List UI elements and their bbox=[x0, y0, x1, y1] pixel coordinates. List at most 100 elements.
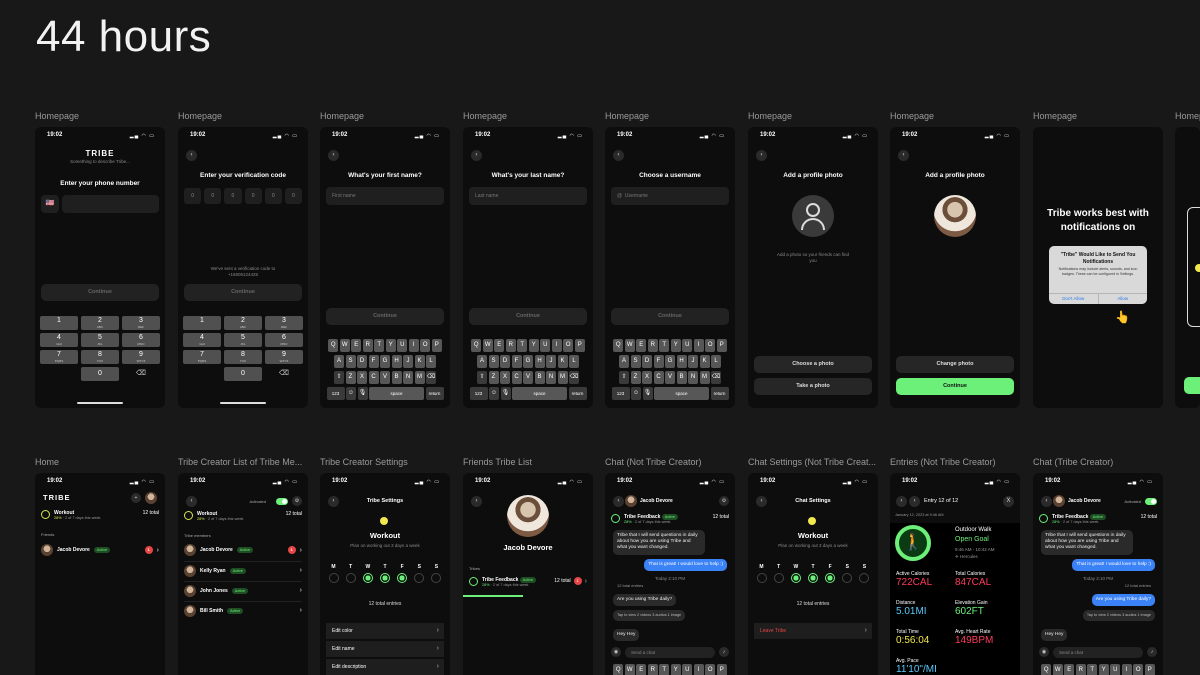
dont-allow-button[interactable]: Don't Allow bbox=[1049, 294, 1099, 304]
backspace-icon[interactable]: ⌫ bbox=[122, 367, 160, 381]
code-digit[interactable]: 0 bbox=[244, 188, 262, 204]
keyboard-key[interactable]: space bbox=[654, 387, 709, 400]
keyboard-key[interactable]: 🎙 bbox=[357, 387, 368, 400]
continue-button[interactable]: Continue bbox=[326, 308, 444, 325]
keyboard-key[interactable]: H bbox=[534, 355, 545, 368]
keyboard-key[interactable]: P bbox=[716, 664, 727, 675]
keyboard-key[interactable]: Y bbox=[528, 339, 539, 352]
keyboard-key[interactable]: C bbox=[653, 371, 664, 384]
keyboard-key[interactable]: R bbox=[1075, 664, 1086, 675]
keyboard-key[interactable]: T bbox=[1087, 664, 1098, 675]
keyboard-key[interactable]: V bbox=[523, 371, 533, 384]
numpad-key[interactable]: 3 DEF bbox=[122, 316, 160, 330]
keyboard-key[interactable]: P bbox=[716, 339, 727, 352]
numpad-key[interactable]: 6 MNO bbox=[265, 333, 303, 347]
numpad-key[interactable]: 0 bbox=[81, 367, 119, 381]
allow-button[interactable]: Allow bbox=[1099, 294, 1148, 304]
keyboard-key[interactable]: I bbox=[693, 339, 704, 352]
keyboard-key[interactable]: W bbox=[624, 339, 635, 352]
keyboard-key[interactable]: G bbox=[523, 355, 533, 368]
profile-photo[interactable] bbox=[934, 195, 976, 237]
numpad-key[interactable]: 1 bbox=[40, 316, 78, 330]
keyboard-key[interactable]: I bbox=[551, 339, 562, 352]
keyboard-key[interactable]: D bbox=[500, 355, 510, 368]
keyboard-key[interactable]: B bbox=[534, 371, 545, 384]
choose-photo-button[interactable]: Choose a photo bbox=[754, 356, 872, 373]
camera-icon[interactable]: ◉ bbox=[611, 647, 621, 657]
keyboard-key[interactable]: B bbox=[391, 371, 402, 384]
continue-button[interactable]: Continue bbox=[41, 284, 159, 301]
take-photo-button[interactable]: Take a photo bbox=[754, 378, 872, 395]
back-icon[interactable]: ‹ bbox=[328, 150, 339, 161]
keyboard-key[interactable]: I bbox=[693, 664, 704, 675]
keyboard-key[interactable]: J bbox=[403, 355, 413, 368]
numpad-key[interactable]: 4 GHI bbox=[183, 333, 221, 347]
previous-entry-icon[interactable]: ‹ bbox=[896, 496, 907, 507]
numpad-key[interactable]: 0 bbox=[224, 367, 262, 381]
username-input[interactable]: @ Username bbox=[611, 187, 729, 205]
keyboard-key[interactable]: L bbox=[711, 355, 721, 368]
tribe-card[interactable]: Tribe Feedback Active 28% · 2 of 7 days t… bbox=[1039, 514, 1157, 524]
keyboard-key[interactable]: X bbox=[642, 371, 652, 384]
keyboard-key[interactable]: Y bbox=[1098, 664, 1109, 675]
numpad-key[interactable]: 3 DEF bbox=[265, 316, 303, 330]
keyboard-key[interactable]: K bbox=[557, 355, 568, 368]
keyboard-key[interactable]: C bbox=[368, 371, 379, 384]
keyboard-key[interactable]: H bbox=[391, 355, 402, 368]
keyboard-key[interactable]: R bbox=[362, 339, 373, 352]
back-icon[interactable]: ‹ bbox=[471, 150, 482, 161]
keyboard-key[interactable]: return bbox=[710, 387, 729, 400]
numpad-key[interactable]: 5 JKL bbox=[81, 333, 119, 347]
avatar[interactable] bbox=[145, 492, 157, 504]
keyboard-key[interactable]: ⇧ bbox=[334, 371, 344, 384]
keyboard-key[interactable]: Z bbox=[345, 371, 356, 384]
numpad-key[interactable]: 7 PQRS bbox=[40, 350, 78, 364]
keyboard-key[interactable]: O bbox=[420, 339, 431, 352]
keyboard-key[interactable]: U bbox=[397, 339, 408, 352]
chat-input[interactable]: Send a chat bbox=[1053, 646, 1143, 658]
microphone-icon[interactable]: ♪ bbox=[719, 647, 729, 657]
keyboard-key[interactable]: D bbox=[642, 355, 652, 368]
keyboard-key[interactable]: Q bbox=[613, 664, 624, 675]
member-row[interactable]: Jacob Devore Active 1 › bbox=[184, 541, 302, 559]
keyboard-key[interactable]: V bbox=[380, 371, 390, 384]
numpad-key[interactable]: 9 WXYZ bbox=[122, 350, 160, 364]
country-flag-button[interactable]: 🇺🇸 bbox=[41, 195, 59, 213]
keyboard-key[interactable]: ⌫ bbox=[711, 371, 721, 384]
keyboard-key[interactable]: O bbox=[705, 339, 716, 352]
back-icon[interactable]: ‹ bbox=[186, 150, 197, 161]
keyboard-key[interactable]: M bbox=[699, 371, 710, 384]
keyboard-key[interactable]: ⌫ bbox=[426, 371, 436, 384]
keyboard-key[interactable]: I bbox=[408, 339, 419, 352]
back-icon[interactable]: ‹ bbox=[613, 150, 624, 161]
keyboard-key[interactable]: 123 bbox=[611, 387, 630, 400]
code-digit[interactable]: 0 bbox=[184, 188, 202, 204]
activated-toggle[interactable] bbox=[1145, 498, 1157, 505]
back-icon[interactable]: ‹ bbox=[471, 496, 482, 507]
keyboard-key[interactable]: U bbox=[540, 339, 551, 352]
keyboard-key[interactable]: space bbox=[369, 387, 424, 400]
code-digit[interactable]: 0 bbox=[204, 188, 222, 204]
member-row[interactable]: John Jones Active › bbox=[184, 581, 302, 599]
keyboard-key[interactable]: T bbox=[374, 339, 385, 352]
keyboard-key[interactable]: W bbox=[624, 664, 635, 675]
keyboard-key[interactable]: C bbox=[511, 371, 522, 384]
keyboard-key[interactable]: A bbox=[477, 355, 487, 368]
backspace-icon[interactable]: ⌫ bbox=[265, 367, 303, 381]
keyboard-key[interactable]: N bbox=[546, 371, 556, 384]
keyboard-key[interactable]: N bbox=[688, 371, 698, 384]
keyboard-key[interactable]: S bbox=[345, 355, 356, 368]
edit-description-row[interactable]: Edit description › bbox=[326, 659, 444, 675]
keyboard-key[interactable]: X bbox=[357, 371, 367, 384]
keyboard-key[interactable]: P bbox=[431, 339, 442, 352]
code-digit[interactable]: 0 bbox=[264, 188, 282, 204]
change-photo-button[interactable]: Change photo bbox=[896, 356, 1014, 373]
keyboard-key[interactable]: 🎙 bbox=[642, 387, 653, 400]
keyboard-key[interactable]: Y bbox=[385, 339, 396, 352]
keyboard-key[interactable]: S bbox=[488, 355, 499, 368]
attachments-row[interactable]: Tap to view 2 videos 3 audios 1 image bbox=[613, 610, 686, 621]
member-row[interactable]: Kelly Ryan Active › bbox=[184, 561, 302, 579]
continue-button[interactable]: Continue bbox=[184, 284, 302, 301]
tribe-card[interactable]: Tribe Feedback Active 28% · 2 of 7 days t… bbox=[611, 514, 729, 524]
keyboard-key[interactable]: 123 bbox=[469, 387, 488, 400]
